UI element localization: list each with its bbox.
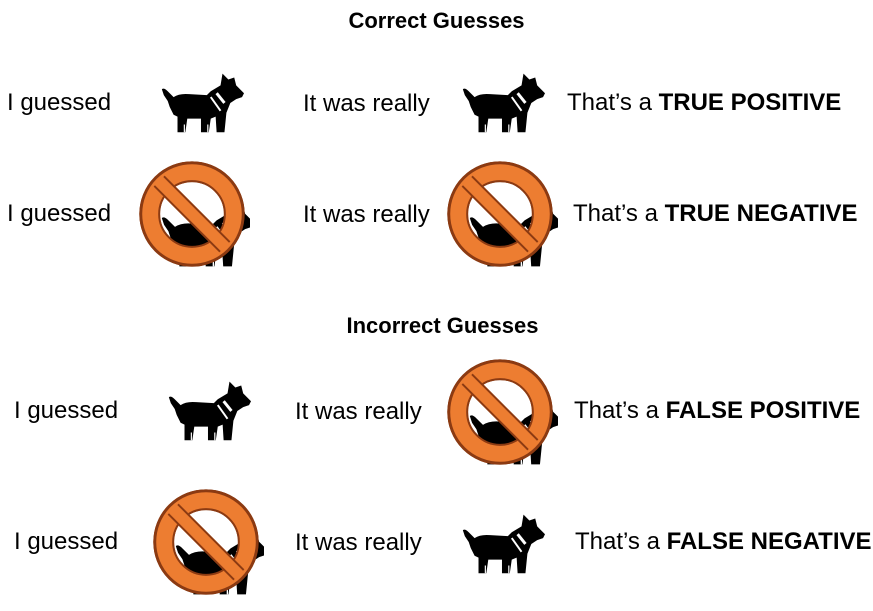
guess-label: I guessed [7,200,112,227]
guess-label: I guessed [7,89,112,116]
actual-label: It was really [295,398,422,425]
result-true-negative: That’s a TRUE NEGATIVE [573,200,858,227]
result-false-negative: That’s a FALSE NEGATIVE [575,528,872,555]
no-dog-icon [442,354,558,470]
actual-label: It was really [295,529,422,556]
section-title-incorrect: Incorrect Guesses [346,313,539,338]
no-dog-icon [148,484,264,600]
dog-icon [156,67,244,137]
dog-icon [457,508,545,578]
section-title-correct: Correct Guesses [348,8,525,33]
no-dog-icon [442,156,558,272]
actual-label: It was really [303,90,430,117]
guess-label: I guessed [14,528,119,555]
no-dog-icon [134,156,250,272]
guess-label: I guessed [14,397,119,424]
result-false-positive: That’s a FALSE POSITIVE [574,397,861,424]
actual-label: It was really [303,201,430,228]
dog-icon [457,67,545,137]
result-true-positive: That’s a TRUE POSITIVE [567,89,842,116]
dog-icon [163,375,251,445]
